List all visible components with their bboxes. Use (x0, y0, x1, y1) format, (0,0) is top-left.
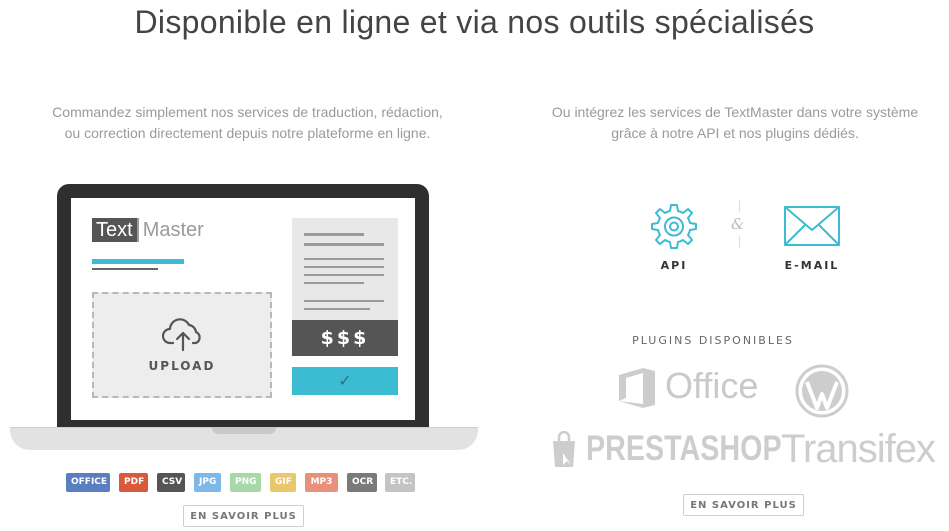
plugins-title: PLUGINS DISPONIBLES (632, 334, 794, 347)
ampersand: & (731, 215, 745, 233)
page-title: Disponible en ligne et via nos outils sp… (134, 4, 815, 40)
prestashop-icon (553, 431, 575, 467)
format-tag-office: OFFICE (66, 473, 110, 492)
envelope-icon (784, 206, 840, 246)
price-block: $$$ (292, 320, 398, 356)
format-tag-etc: ETC. (385, 473, 415, 492)
email-label: E-MAIL (784, 259, 840, 272)
textmaster-logo: Text Master (92, 218, 204, 242)
format-tag-gif: GIF (270, 473, 296, 492)
divider (739, 236, 740, 248)
document-preview (292, 218, 398, 320)
learn-more-button-integrations[interactable]: EN SAVOIR PLUS (683, 494, 804, 516)
online-description-line-1: Commandez simplement nos services de tra… (52, 104, 443, 120)
prestashop-plugin-label: PRESTASHOP (586, 429, 782, 468)
integration-description-line-1: Ou intégrez les services de TextMaster d… (551, 104, 919, 120)
format-tag-ocr: OCR (347, 473, 377, 492)
doc-line (304, 258, 384, 260)
office-plugin-label: Office (665, 365, 759, 406)
doc-line (304, 233, 364, 236)
doc-line (304, 300, 384, 302)
doc-line (304, 266, 384, 268)
gear-icon (651, 204, 697, 249)
logo-text-part: Text (92, 218, 137, 242)
divider (739, 200, 740, 212)
integration-description-line-2: grâce à notre API et nos plugins dédiés. (611, 125, 859, 141)
doc-line (304, 243, 384, 246)
format-tag-pdf: PDF (119, 473, 148, 492)
logo-underline-accent (92, 259, 184, 264)
format-tag-mp3: MP3 (305, 473, 338, 492)
learn-more-button-platform[interactable]: EN SAVOIR PLUS (183, 505, 304, 527)
doc-line (304, 274, 384, 276)
upload-dropzone: UPLOAD (92, 292, 272, 398)
format-tag-png: PNG (230, 473, 261, 492)
laptop-notch (212, 427, 276, 434)
transifex-plugin-label: Transifex (781, 427, 936, 471)
format-tag-csv: CSV (157, 473, 185, 492)
online-description: Commandez simplement nos services de tra… (20, 102, 475, 144)
online-description-line-2: ou correction directement depuis notre p… (64, 125, 431, 141)
office-icon (619, 368, 655, 408)
check-icon: ✓ (338, 371, 352, 390)
doc-line (304, 282, 364, 284)
logo-master-part: Master (136, 218, 204, 242)
logo-underline (92, 268, 158, 270)
format-tag-jpg: JPG (194, 473, 221, 492)
confirm-block: ✓ (292, 367, 398, 395)
doc-line (304, 308, 370, 310)
upload-label: UPLOAD (148, 359, 216, 373)
integration-description: Ou intégrez les services de TextMaster d… (520, 102, 949, 144)
api-label: API (660, 259, 688, 272)
wordpress-icon (795, 364, 849, 418)
cloud-upload-icon (162, 318, 201, 352)
